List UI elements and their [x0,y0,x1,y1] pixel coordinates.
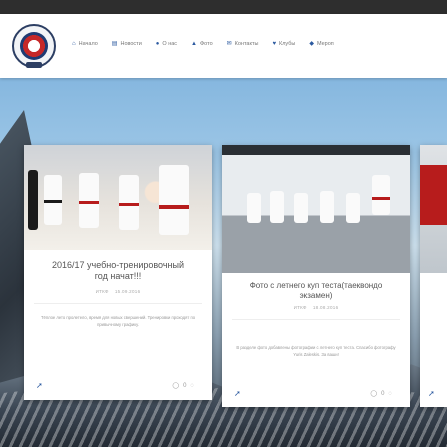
student-figure [372,175,390,215]
nav-item-clubs[interactable]: ♥ Клубы [272,40,295,47]
post-author: ИТКФ [95,289,109,294]
nav-label: Новости [120,40,142,47]
student-figure [247,193,261,223]
post-footer: ➚ ◯0◌ [222,389,410,401]
about-icon: ● [155,40,160,47]
post-author: ИТКФ [293,305,307,310]
nav-label: Клубы [279,40,296,47]
nav-label: О нас [162,40,178,47]
post-excerpt: В разделе фото добавлены фотографии с ле… [236,345,396,357]
post-card-3[interactable]: ➚ [420,145,447,407]
belt [119,203,139,206]
nav-label: Мероп [316,40,334,47]
divider [232,319,400,320]
belt [420,165,447,225]
student-figure [346,193,360,223]
nav-item-home[interactable]: ⌂ Начало [72,40,98,47]
read-more-arrow-icon[interactable]: ➚ [36,381,43,390]
club-logo[interactable] [12,24,56,68]
belt [79,201,99,204]
read-more-arrow-icon[interactable]: ➚ [428,389,435,398]
share-icon[interactable]: ◌ [388,391,396,397]
home-icon: ⌂ [72,40,76,47]
nav-item-events[interactable]: ◆ Мероп [309,40,334,48]
belt [159,205,189,209]
student-figure [270,191,284,223]
post-card-2[interactable]: Фото с летнего куп теста(таеквондо экзам… [222,145,410,407]
read-more-arrow-icon[interactable]: ➚ [234,389,241,398]
post-meta: ИТКФ 15.09.2016 [24,289,212,294]
post-date: 15.09.2016 [114,289,141,294]
post-thumbnail[interactable] [420,145,447,273]
clubs-icon: ♥ [272,40,276,47]
post-title[interactable]: 2016/17 учебно-тренировочный год начат!!… [24,260,212,283]
nav-label: Контакты [234,40,259,47]
top-bar [0,0,447,14]
post-footer: ➚ [420,389,447,401]
belt [372,197,390,200]
events-icon: ◆ [309,41,314,47]
photo-icon: ▲ [191,40,197,47]
post-thumbnail[interactable] [24,145,212,250]
student-figure [294,193,308,223]
logo-emblem-icon [20,32,48,60]
post-meta: ИТКФ 18.08.2016 [222,305,410,310]
nav-item-news[interactable]: ▤ Новости [111,40,142,48]
main-nav: ⌂ Начало ▤ Новости ● О нас ▲ Фото ✉ Конт… [72,40,348,48]
divider [34,303,202,304]
student-figure [320,191,334,223]
nav-label: Фото [200,40,213,47]
post-date: 18.08.2016 [312,305,339,310]
contacts-icon: ✉ [226,41,232,47]
post-footer: ➚ ◯0◌ [24,381,212,393]
instructor-figure [28,170,38,230]
post-excerpt: Тёплое лето пролетело, время для новых с… [40,315,196,327]
nav-item-photo[interactable]: ▲ Фото [191,40,213,47]
post-title[interactable]: Фото с летнего куп теста(таеквондо экзам… [222,281,410,301]
post-actions: ◯0◌ [172,382,198,389]
comment-icon[interactable]: ◯ [370,391,381,397]
nav-item-contacts[interactable]: ✉ Контакты [226,40,259,48]
nav-label: Начало [78,40,98,47]
site-header: ⌂ Начало ▤ Новости ● О нас ▲ Фото ✉ Конт… [0,14,447,78]
logo-ribbon-icon [26,62,42,68]
nav-item-about[interactable]: ● О нас [156,40,177,47]
post-actions: ◯0◌ [370,390,396,397]
share-icon[interactable]: ◌ [190,383,198,389]
belt [44,200,62,203]
student-figure [159,165,189,235]
post-card-1[interactable]: 2016/17 учебно-тренировочный год начат!!… [24,145,212,400]
news-icon: ▤ [111,41,118,47]
post-thumbnail[interactable] [222,145,410,273]
comment-icon[interactable]: ◯ [172,383,183,389]
